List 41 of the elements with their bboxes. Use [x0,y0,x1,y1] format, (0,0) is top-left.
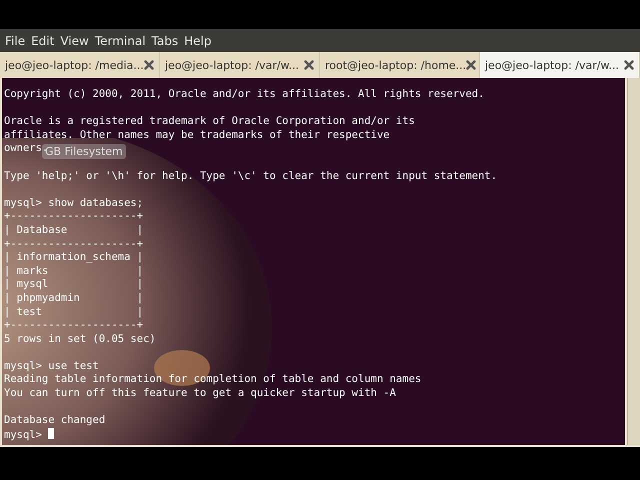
menu-item[interactable]: Help [181,34,214,48]
close-icon[interactable] [624,60,634,70]
terminal-line: Copyright (c) 2000, 2011, Oracle and/or its affiliates. All rights reserved. [4,88,484,102]
menu-item[interactable]: Tabs [148,34,182,48]
terminal-line: Reading table information for completion of table and column names [4,373,422,388]
terminal-line: You can turn off this feature to get a quicker startup with -A [4,387,396,401]
terminal-line: | mysql | [4,278,144,292]
text-cursor [48,428,54,439]
terminal-line: | phpmyadmin | [4,292,144,306]
terminal-line: mysql> [4,428,54,442]
terminal-line: | marks | [4,264,144,278]
terminal-line: | Database | [4,224,144,238]
menu-item[interactable]: View [57,34,92,48]
menu-item[interactable]: File [2,34,28,48]
terminal-line: 5 rows in set (0.05 sec) [4,332,156,346]
tab-title: jeo@jeo-laptop: /media... [5,58,144,72]
tab-title: root@jeo-laptop: /home... [325,58,466,72]
terminal-line: +--------------------+ [4,319,144,333]
terminal-line: Type 'help;' or '\h' for help. Type '\c' to clear the current input statement. [4,170,498,184]
close-icon[interactable] [144,60,154,70]
menu-item[interactable]: Terminal [92,34,149,48]
terminal-tab[interactable]: jeo@jeo-laptop: /var/w... [480,52,640,78]
menu-item[interactable]: Edit [28,34,58,48]
terminal-line: +--------------------+ [4,210,144,224]
terminal-line: Oracle is a registered trademark of Oracle Corporation and/or its [4,115,415,129]
terminal-line: mysql> show databases; [4,196,144,210]
terminal-area[interactable] [2,78,625,445]
terminal-tab[interactable]: root@jeo-laptop: /home... [320,52,480,78]
tab-title: jeo@jeo-laptop: /var/w... [165,58,299,72]
terminal-line: +--------------------+ [4,238,144,252]
terminal-line: Database changed [4,414,106,428]
terminal-line: | test | [4,306,144,320]
tab-title: jeo@jeo-laptop: /var/w... [485,58,619,72]
terminal-line: | information_schema | [4,251,144,265]
scroll-bar[interactable] [627,78,640,445]
terminal-tab[interactable]: jeo@jeo-laptop: /var/w... [160,52,320,78]
terminal-line: affiliates. Other names may be trademarks of their respective [4,128,390,142]
close-icon[interactable] [304,60,314,70]
close-icon[interactable] [466,60,476,70]
terminal-line: mysql> use test [4,360,99,374]
terminal-tab[interactable]: jeo@jeo-laptop: /media... [0,52,160,78]
